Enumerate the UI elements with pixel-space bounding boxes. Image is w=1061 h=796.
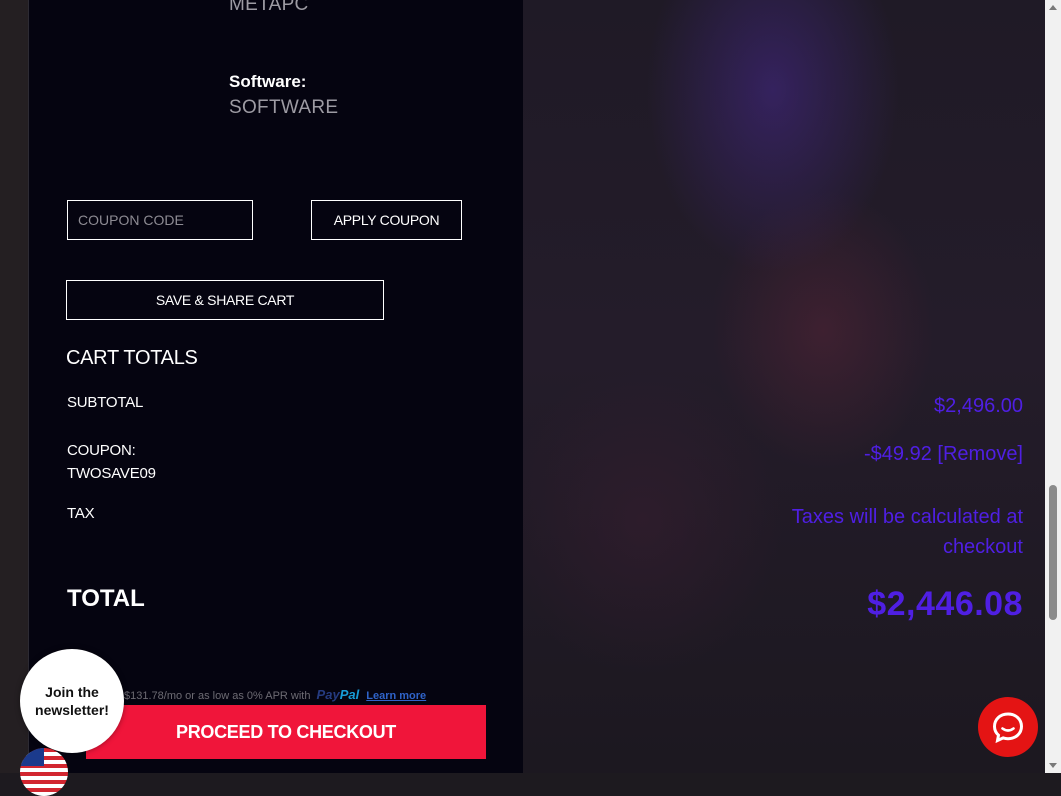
product-partial-value: METAPC <box>229 0 309 15</box>
coupon-label: COUPON: <box>67 442 136 459</box>
paypal-logo-pay: Pay <box>316 687 340 702</box>
blurred-background <box>523 0 1045 773</box>
chat-bubble-icon[interactable] <box>978 697 1038 757</box>
page-left-edge <box>0 0 28 773</box>
software-value: SOFTWARE <box>229 97 339 118</box>
newsletter-line-1: Join the <box>45 684 99 700</box>
save-share-cart-button[interactable]: SAVE & SHARE CART <box>66 280 384 320</box>
newsletter-signup-badge[interactable]: Join the newsletter! <box>20 649 124 753</box>
proceed-to-checkout-button[interactable]: PROCEED TO CHECKOUT <box>86 705 486 759</box>
vertical-scrollbar[interactable] <box>1045 0 1061 773</box>
coupon-discount-value: -$49.92 <box>864 443 932 465</box>
remove-coupon-link[interactable]: [Remove] <box>937 443 1023 465</box>
tax-label: TAX <box>67 505 95 522</box>
tax-value: Taxes will be calculated at checkout <box>792 502 1023 562</box>
apply-coupon-button[interactable]: APPLY COUPON <box>311 200 462 240</box>
subtotal-value: $2,496.00 <box>934 395 1023 417</box>
scrollbar-thumb[interactable] <box>1049 485 1057 620</box>
coupon-code-input[interactable] <box>67 200 253 240</box>
tax-value-line-2: checkout <box>942 536 1023 558</box>
financing-text: $131.78/mo or as low as 0% APR with <box>124 690 311 702</box>
scroll-down-arrow[interactable] <box>1049 763 1057 768</box>
us-flag-icon[interactable] <box>20 748 68 796</box>
subtotal-label: SUBTOTAL <box>67 394 144 411</box>
chat-bubble-glyph <box>992 712 1024 744</box>
coupon-line-label: COUPON: TWOSAVE09 <box>67 439 156 485</box>
learn-more-link[interactable]: Learn more <box>366 690 426 702</box>
coupon-code: TWOSAVE09 <box>67 465 156 482</box>
coupon-discount-row: -$49.92 [Remove] <box>864 439 1023 469</box>
software-label: Software: <box>229 72 307 91</box>
total-value: $2,446.08 <box>867 585 1023 623</box>
newsletter-line-2: newsletter! <box>35 702 109 718</box>
paypal-logo: PayPal <box>317 687 360 702</box>
paypal-logo-pal: Pal <box>339 687 360 702</box>
scroll-up-arrow[interactable] <box>1049 5 1057 10</box>
paypal-financing-message: $131.78/mo or as low as 0% APR with PayP… <box>124 687 426 702</box>
cart-totals-heading: CART TOTALS <box>66 347 198 369</box>
total-label: TOTAL <box>67 585 145 612</box>
flag-canton <box>20 748 44 766</box>
tax-value-line-1: Taxes will be calculated at <box>791 506 1023 528</box>
